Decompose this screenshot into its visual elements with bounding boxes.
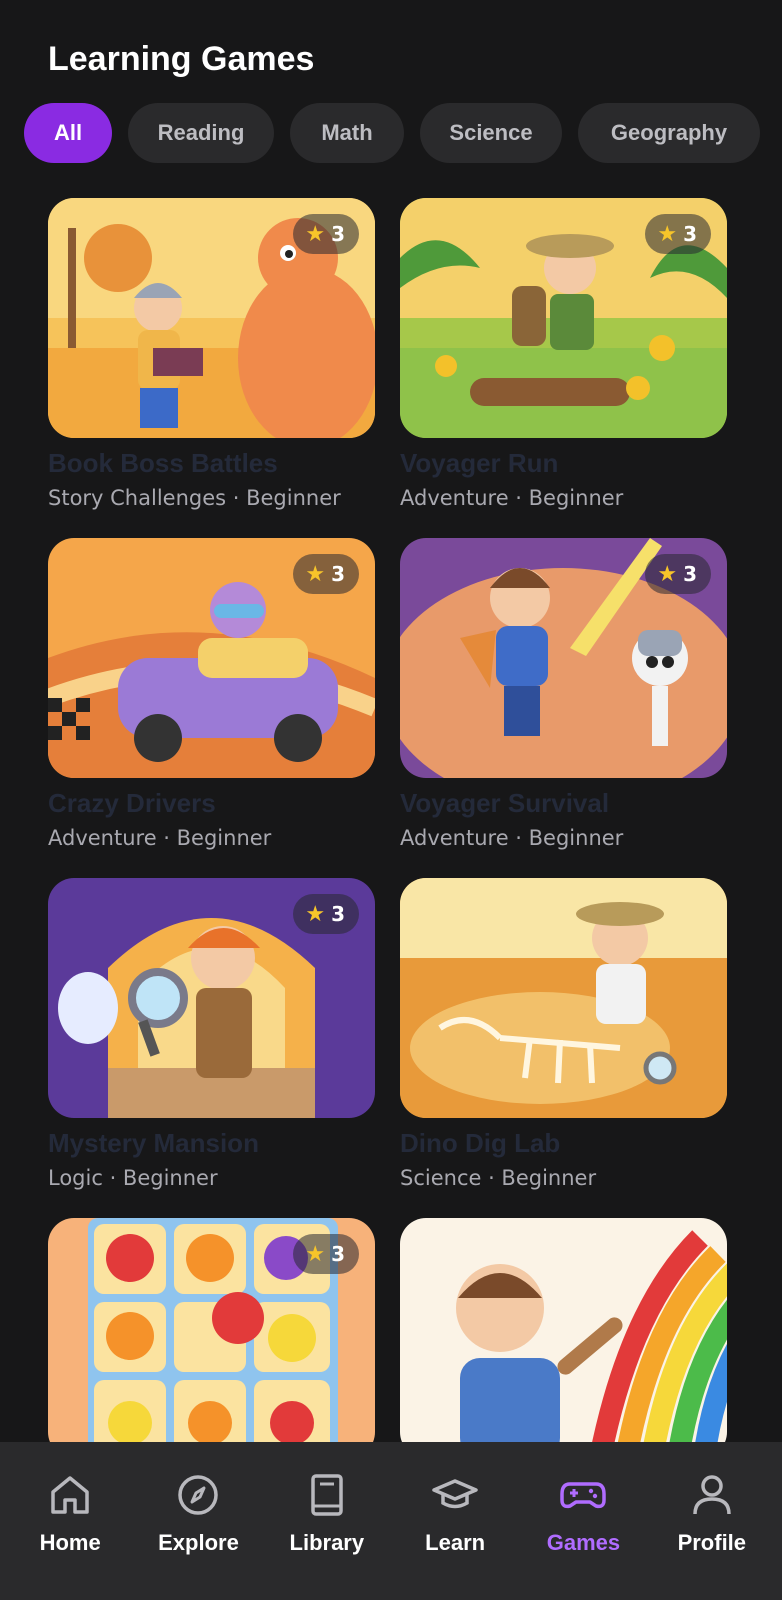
game-meta: Adventure · Beginner — [400, 826, 624, 850]
game-title: Voyager Run — [400, 448, 559, 478]
home-icon — [51, 1476, 89, 1514]
game-title: Crazy Drivers — [48, 788, 216, 818]
game-thumbnail[interactable] — [400, 878, 727, 1118]
rainbow-painting-illustration — [400, 1218, 727, 1458]
filter-chip-geography[interactable]: Geography — [578, 103, 760, 163]
tab-explore[interactable]: Explore — [134, 1442, 262, 1600]
tab-games[interactable]: Games — [519, 1442, 647, 1600]
game-card[interactable]: ★ 3 — [48, 1218, 375, 1458]
learning-games-screen: Learning Games All Reading Math Science … — [0, 0, 782, 1600]
rating-badge: ★ 3 — [645, 554, 711, 594]
game-card[interactable]: ★ 3 Book Boss Battles Story Challenges ·… — [48, 198, 375, 528]
dino-dig-illustration — [400, 878, 727, 1118]
game-title: Mystery Mansion — [48, 1128, 259, 1158]
game-thumbnail[interactable] — [400, 1218, 727, 1458]
game-meta: Logic · Beginner — [48, 1166, 218, 1190]
game-card[interactable] — [400, 1218, 727, 1458]
star-icon: ★ — [305, 561, 326, 587]
game-card[interactable]: ★ 3 Mystery Mansion Logic · Beginner — [48, 878, 375, 1208]
game-card[interactable]: ★ 3 Crazy Drivers Adventure · Beginner — [48, 538, 375, 868]
filter-chip-reading[interactable]: Reading — [128, 103, 274, 163]
star-icon: ★ — [305, 901, 326, 927]
tab-label: Explore — [158, 1530, 239, 1555]
rating-value: 3 — [331, 902, 345, 926]
game-meta: Adventure · Beginner — [48, 826, 272, 850]
tab-library[interactable]: Library — [263, 1442, 391, 1600]
rating-value: 3 — [331, 1242, 345, 1266]
game-card[interactable]: ★ 3 Voyager Survival Adventure · Beginne… — [400, 538, 727, 868]
person-icon — [693, 1475, 731, 1515]
game-title: Dino Dig Lab — [400, 1128, 561, 1158]
game-meta: Science · Beginner — [400, 1166, 597, 1190]
game-card[interactable]: Dino Dig Lab Science · Beginner — [400, 878, 727, 1208]
filter-chip-math[interactable]: Math — [290, 103, 404, 163]
rating-value: 3 — [683, 562, 697, 586]
game-title: Book Boss Battles — [48, 448, 278, 478]
compass-icon — [178, 1475, 219, 1515]
rating-badge: ★ 3 — [293, 554, 359, 594]
rating-badge: ★ 3 — [293, 1234, 359, 1274]
tab-label: Learn — [425, 1530, 486, 1555]
rating-badge: ★ 3 — [293, 214, 359, 254]
tab-profile[interactable]: Profile — [648, 1442, 776, 1600]
star-icon: ★ — [657, 221, 678, 247]
tab-label: Home — [39, 1530, 101, 1555]
star-icon: ★ — [305, 221, 326, 247]
rating-badge: ★ 3 — [645, 214, 711, 254]
star-icon: ★ — [305, 1241, 326, 1267]
tab-label: Library — [289, 1530, 365, 1555]
game-meta: Adventure · Beginner — [400, 486, 624, 510]
game-title: Voyager Survival — [400, 788, 610, 818]
game-meta: Story Challenges · Beginner — [48, 486, 341, 510]
rating-badge: ★ 3 — [293, 894, 359, 934]
book-icon — [311, 1474, 343, 1516]
filter-chip-all[interactable]: All — [24, 103, 112, 163]
tab-label: Profile — [677, 1530, 747, 1555]
filter-chips: All Reading Math Science Geography — [24, 103, 760, 163]
rating-value: 3 — [331, 562, 345, 586]
star-icon: ★ — [657, 561, 678, 587]
filter-chip-science[interactable]: Science — [420, 103, 562, 163]
graduation-cap-icon — [432, 1479, 478, 1509]
rating-value: 3 — [683, 222, 697, 246]
rating-value: 3 — [331, 222, 345, 246]
tab-learn[interactable]: Learn — [391, 1442, 519, 1600]
game-card[interactable]: ★ 3 Voyager Run Adventure · Beginner — [400, 198, 727, 528]
bottom-tab-bar: Home Explore Library Learn Games Profile — [0, 1442, 782, 1600]
tab-label: Games — [546, 1530, 621, 1555]
gamepad-icon — [560, 1482, 607, 1509]
page-title: Learning Games — [48, 40, 315, 78]
tab-home[interactable]: Home — [6, 1442, 134, 1600]
